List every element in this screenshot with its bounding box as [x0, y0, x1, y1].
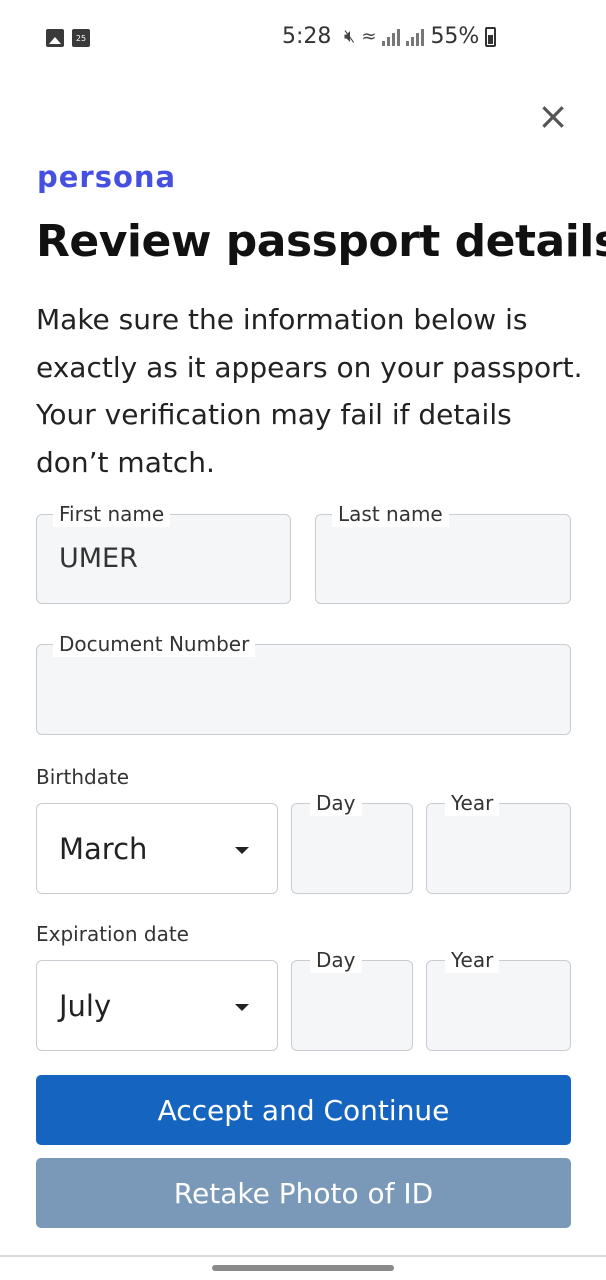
status-right-icons: 🔇︎ ≈ 55% [344, 24, 497, 49]
signal-icon [406, 28, 425, 46]
status-bar: 25 5:28 🔇︎ ≈ 55% [0, 0, 606, 76]
status-time: 5:28 [282, 24, 332, 49]
expiration-day-label: Day [310, 947, 362, 973]
birthdate-day-label: Day [310, 790, 362, 816]
expiration-date-label: Expiration date [36, 922, 189, 946]
last-name-label: Last name [332, 501, 449, 527]
expiration-year-label: Year [445, 947, 500, 973]
calendar-icon: 25 [72, 29, 90, 47]
persona-logo: persona [37, 160, 177, 194]
chevron-down-icon [235, 847, 249, 854]
status-left-icons: 25 [46, 29, 90, 47]
expiration-day-field[interactable]: Day [291, 947, 413, 1051]
close-icon: × [537, 94, 569, 138]
close-button[interactable]: × [534, 97, 572, 136]
chevron-down-icon [235, 1004, 249, 1011]
page-description: Make sure the information below is exact… [36, 303, 583, 479]
birthdate-year-label: Year [445, 790, 500, 816]
home-indicator[interactable] [212, 1265, 394, 1271]
first-name-value: UMER [59, 543, 138, 574]
signal-icon [382, 28, 401, 46]
document-number-label: Document Number [53, 631, 256, 657]
bottom-divider [0, 1255, 606, 1257]
document-number-field[interactable]: Document Number [36, 631, 571, 735]
expiration-year-field[interactable]: Year [426, 947, 571, 1051]
battery-icon [485, 26, 497, 47]
gallery-icon [46, 29, 64, 47]
battery-percent: 55% [430, 24, 480, 49]
birthdate-month-select[interactable]: March [36, 803, 278, 894]
expiration-month-select[interactable]: July [36, 960, 278, 1051]
wifi-icon: ≈ [361, 26, 377, 47]
accept-and-continue-button[interactable]: Accept and Continue [36, 1075, 571, 1145]
retake-photo-button[interactable]: Retake Photo of ID [36, 1158, 571, 1228]
birthdate-day-field[interactable]: Day [291, 790, 413, 894]
birthdate-year-field[interactable]: Year [426, 790, 571, 894]
last-name-field[interactable]: Last name [315, 501, 571, 604]
first-name-label: First name [53, 501, 171, 527]
expiration-month-value: July [59, 989, 112, 1023]
first-name-field[interactable]: First name UMER [36, 501, 291, 604]
birthdate-label: Birthdate [36, 765, 130, 789]
page-title: Review passport details [36, 216, 606, 267]
mute-icon: 🔇︎ [344, 26, 356, 47]
birthdate-month-value: March [59, 832, 148, 866]
